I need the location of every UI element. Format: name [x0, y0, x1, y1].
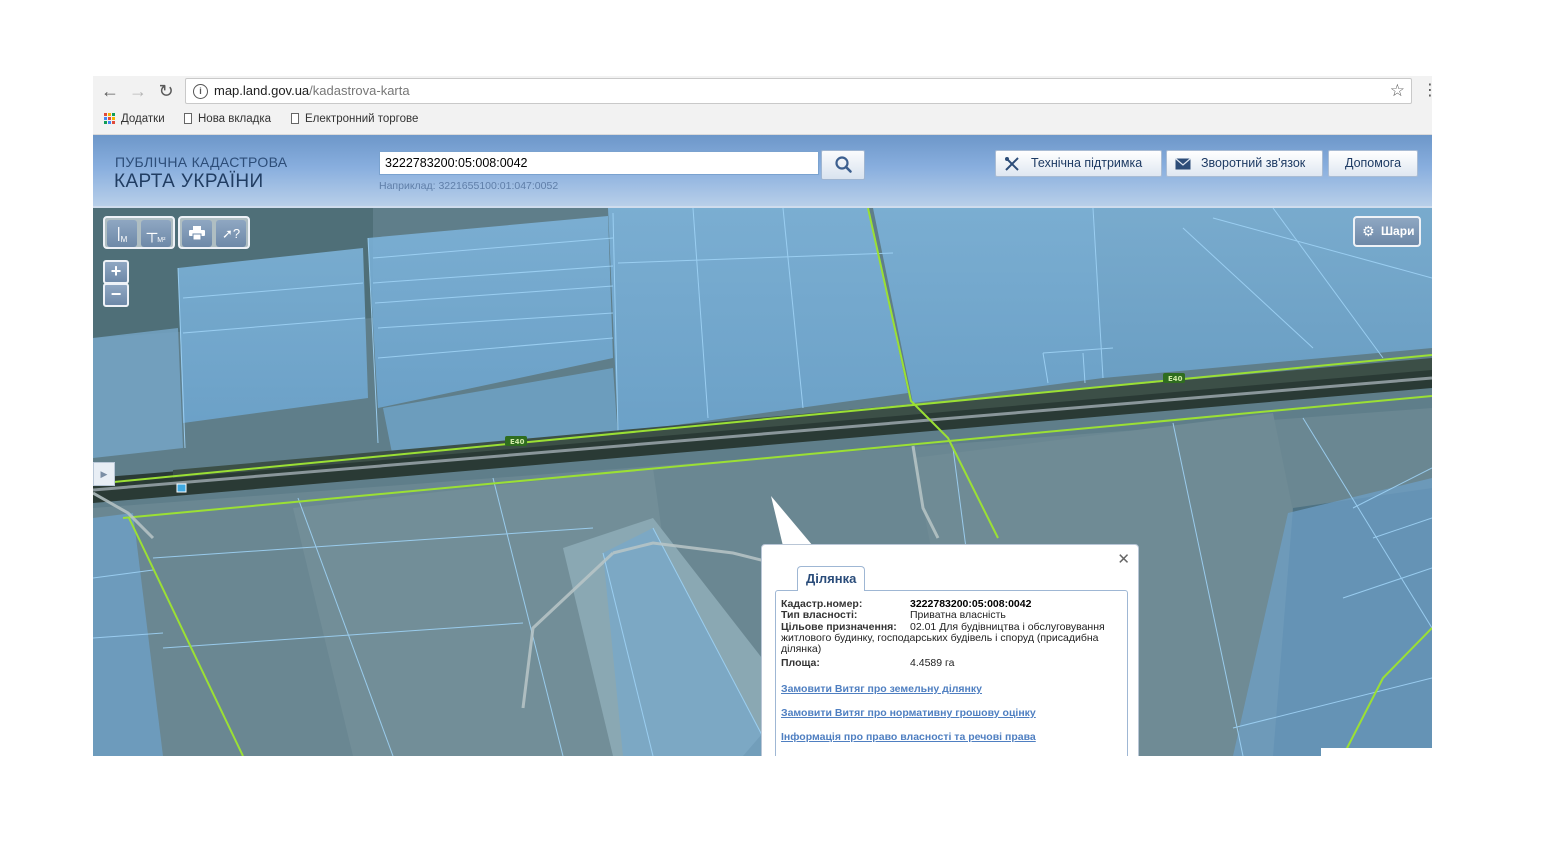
page-icon [291, 113, 299, 125]
browser-menu-icon[interactable]: ⋮ [1422, 80, 1432, 100]
help-button[interactable]: Допомога [1328, 150, 1418, 177]
logo-line-2[interactable]: КАРТА УКРАЇНИ [114, 171, 264, 193]
zoom-out-button[interactable]: − [103, 283, 129, 307]
parcel-info-panel: Кадастр.номер: 3222783200:05:008:0042 Ти… [775, 590, 1128, 756]
bookmarks-bar: Додатки Нова вкладка Електронний торгове [93, 108, 1432, 135]
bookmark-trading[interactable]: Електронний торгове [291, 113, 426, 125]
page-icon [184, 113, 192, 125]
cadastral-map[interactable]: Е40 Е40 |М ┬М² ➚? + − ⚙ Шари ▶ ✕ Кадастр… [93, 208, 1432, 756]
cursor-question-icon: ➚? [221, 226, 241, 241]
print-button[interactable] [182, 220, 212, 247]
search-button[interactable] [821, 150, 865, 180]
gear-icon: ⚙ [1362, 223, 1375, 239]
feedback-button[interactable]: Зворотний зв'язок [1166, 150, 1323, 177]
layers-button[interactable]: ⚙ Шари [1353, 216, 1421, 247]
measure-tools: |М ┬М² [103, 216, 175, 249]
reload-icon[interactable]: ↻ [155, 80, 177, 102]
search-hint: Наприклад: 3221655100:01:047:0052 [379, 180, 559, 192]
field-area: Площа: 4.4589 га [781, 657, 955, 669]
search-icon [835, 156, 852, 173]
site-header: ПУБЛІЧНА КАДАСТРОВА КАРТА УКРАЇНИ Наприк… [93, 135, 1432, 208]
play-icon: ▶ [100, 469, 108, 479]
bookmark-apps[interactable]: Додатки [104, 113, 165, 125]
order-extract-link[interactable]: Замовити Витяг про земельну ділянку [781, 683, 982, 695]
close-icon[interactable]: ✕ [1117, 550, 1130, 568]
printer-icon [189, 226, 205, 241]
url-text[interactable]: map.land.gov.ua/kadastrova-karta [214, 83, 410, 98]
parcel-popup: ✕ Кадастр.номер: 3222783200:05:008:0042 … [761, 544, 1139, 756]
forward-icon[interactable]: → [127, 80, 149, 102]
address-bar[interactable]: i map.land.gov.ua/kadastrova-karta ☆ [185, 78, 1412, 104]
site-info-icon[interactable]: i [193, 84, 208, 99]
bookmark-star-icon[interactable]: ☆ [1390, 81, 1405, 101]
browser-toolbar: ← → ↻ i map.land.gov.ua/kadastrova-karta… [93, 76, 1432, 108]
identify-button[interactable]: ➚? [216, 220, 246, 247]
ownership-info-link[interactable]: Інформація про право власності та речові… [781, 731, 1036, 743]
field-ownership-type: Тип власності: Приватна власність [781, 609, 1006, 621]
logo-line-1[interactable]: ПУБЛІЧНА КАДАСТРОВА [115, 154, 287, 170]
road-label: Е40 [1168, 375, 1183, 383]
bookmark-new-tab[interactable]: Нова вкладка [184, 113, 271, 125]
order-valuation-link[interactable]: Замовити Витяг про нормативну грошову оц… [781, 707, 1036, 719]
map-tools: ➚? [178, 216, 250, 249]
browser-window: ← → ↻ i map.land.gov.ua/kadastrova-karta… [93, 76, 1432, 756]
road-label: Е40 [510, 438, 525, 446]
tech-support-button[interactable]: Технічна підтримка [995, 150, 1162, 177]
measure-distance-button[interactable]: |М [107, 220, 137, 247]
apps-grid-icon [104, 113, 115, 125]
envelope-icon [1175, 158, 1191, 170]
ruler-area-icon: ┬ [146, 225, 158, 242]
side-panel-toggle[interactable]: ▶ [93, 462, 115, 486]
measure-area-button[interactable]: ┬М² [141, 220, 171, 247]
back-icon[interactable]: ← [99, 80, 121, 102]
field-purpose: Цільове призначення: 02.01 Для будівницт… [781, 621, 1105, 655]
tools-icon [1005, 157, 1019, 171]
tab-parcel[interactable]: Ділянка [797, 566, 866, 591]
cadastral-search-input[interactable] [379, 151, 819, 175]
zoom-in-button[interactable]: + [103, 260, 129, 284]
